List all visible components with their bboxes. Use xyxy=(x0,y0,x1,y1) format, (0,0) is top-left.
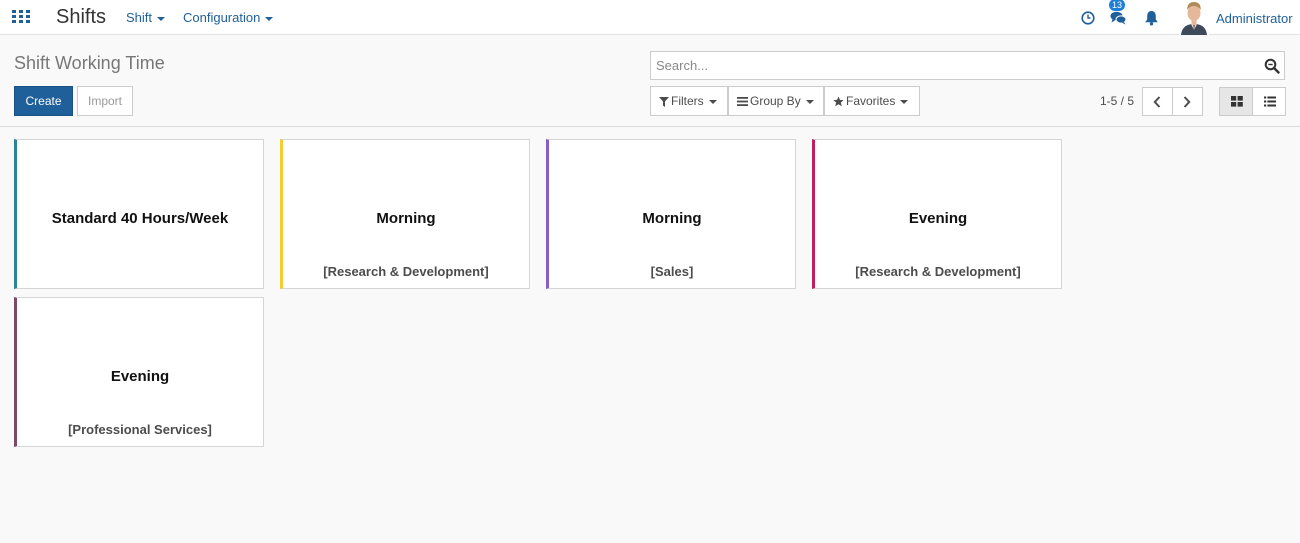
filters-button[interactable]: Filters xyxy=(650,86,728,116)
caret-down-icon xyxy=(708,99,717,104)
kanban-grid-icon xyxy=(1231,96,1243,107)
card-department: [Professional Services] xyxy=(68,422,212,437)
kanban-card[interactable]: Morning [Research & Development] xyxy=(280,139,530,289)
pager-next-button[interactable] xyxy=(1172,87,1203,116)
apps-menu-icon[interactable] xyxy=(12,10,30,24)
activity-clock-icon[interactable] xyxy=(1081,11,1095,25)
create-button[interactable]: Create xyxy=(14,86,73,116)
group-by-button[interactable]: Group By xyxy=(728,86,824,116)
list-view-button[interactable] xyxy=(1252,87,1286,116)
search-box xyxy=(650,51,1285,80)
caret-down-icon xyxy=(265,16,274,21)
filters-label: Filters xyxy=(671,94,704,108)
group-by-label: Group By xyxy=(750,94,801,108)
list-bars-icon xyxy=(737,97,748,107)
user-menu-name[interactable]: Administrator xyxy=(1216,11,1293,26)
menu-configuration[interactable]: Configuration xyxy=(183,10,274,25)
breadcrumb-title: Shift Working Time xyxy=(14,53,165,73)
pager-previous-button[interactable] xyxy=(1142,87,1173,116)
kanban-card[interactable]: Evening [Professional Services] xyxy=(14,297,264,447)
card-shift-name: Evening xyxy=(908,210,968,227)
app-title: Shifts xyxy=(56,6,107,28)
menu-configuration-label: Configuration xyxy=(183,10,261,25)
caret-down-icon xyxy=(900,99,909,104)
chevron-left-icon xyxy=(1153,96,1161,108)
search-icon[interactable] xyxy=(1264,58,1280,74)
bell-icon[interactable] xyxy=(1144,10,1159,26)
card-shift-name: Standard 40 Hours/Week xyxy=(51,210,229,227)
top-navbar: Shifts Shift Configuration 13 Administra… xyxy=(0,0,1300,35)
kanban-card[interactable]: Evening [Research & Development] xyxy=(812,139,1062,289)
messages-count-badge: 13 xyxy=(1109,0,1126,11)
favorites-button[interactable]: Favorites xyxy=(824,86,920,116)
user-avatar[interactable] xyxy=(1179,0,1209,35)
control-panel: Shift Working Time Create Import Filters… xyxy=(0,41,1300,127)
star-icon xyxy=(833,96,844,107)
filter-icon xyxy=(659,96,669,107)
caret-down-icon xyxy=(157,16,166,21)
caret-down-icon xyxy=(805,99,814,104)
card-shift-name: Evening xyxy=(110,368,170,385)
kanban-view-button[interactable] xyxy=(1219,87,1253,116)
kanban-card[interactable]: Morning [Sales] xyxy=(546,139,796,289)
card-shift-name: Morning xyxy=(642,210,702,227)
messages-icon[interactable] xyxy=(1110,11,1127,25)
menu-shift[interactable]: Shift xyxy=(126,10,166,25)
import-button[interactable]: Import xyxy=(77,86,133,116)
favorites-label: Favorites xyxy=(846,94,896,108)
chevron-right-icon xyxy=(1183,96,1191,108)
kanban-card[interactable]: Standard 40 Hours/Week xyxy=(14,139,264,289)
search-input[interactable] xyxy=(651,52,1241,79)
pager-value[interactable]: 1-5 / 5 xyxy=(1100,94,1134,108)
card-department: [Sales] xyxy=(650,264,694,279)
list-view-icon xyxy=(1264,96,1276,107)
card-department: [Research & Development] xyxy=(855,264,1021,279)
card-shift-name: Morning xyxy=(376,210,436,227)
menu-shift-label: Shift xyxy=(126,10,153,25)
card-department: [Research & Development] xyxy=(323,264,489,279)
